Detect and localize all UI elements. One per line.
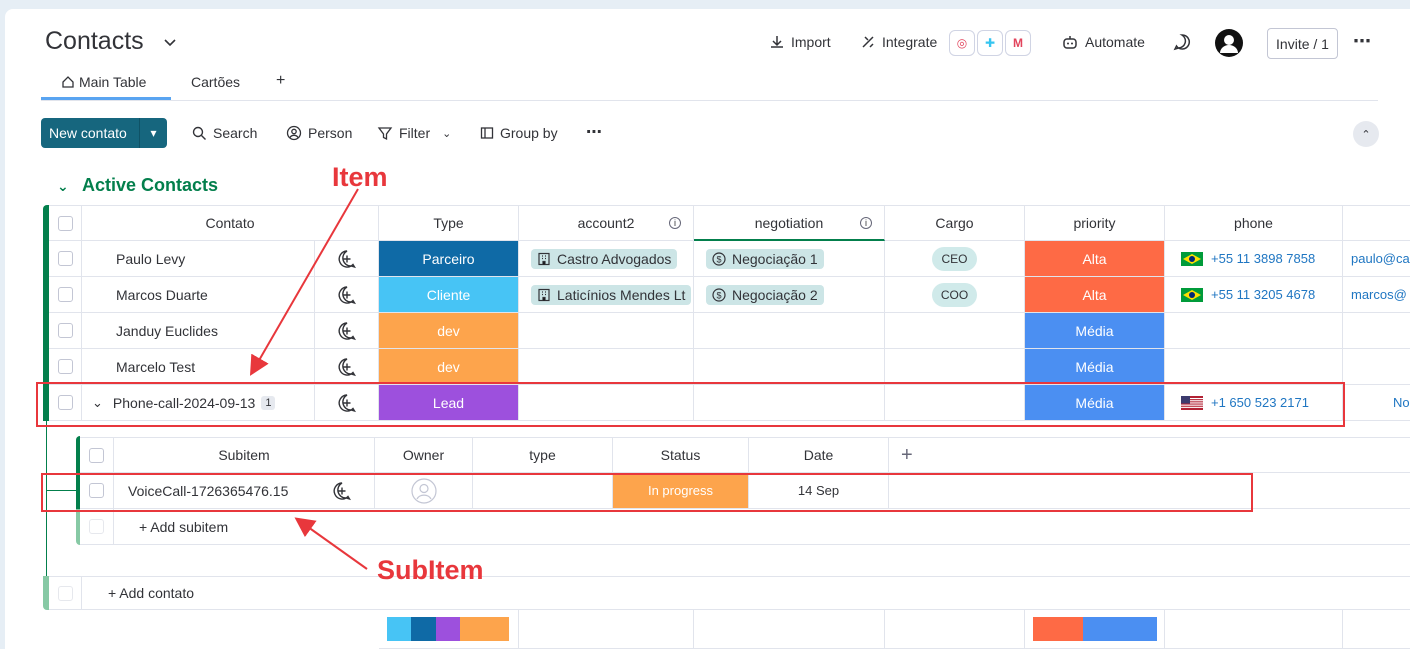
board-canvas: Contacts Import Integrate ◎ ✚ M Automate…	[5, 9, 1410, 649]
subitem-arrow	[294, 517, 368, 570]
item-arrow	[249, 188, 359, 376]
annotation-arrows	[249, 188, 368, 570]
